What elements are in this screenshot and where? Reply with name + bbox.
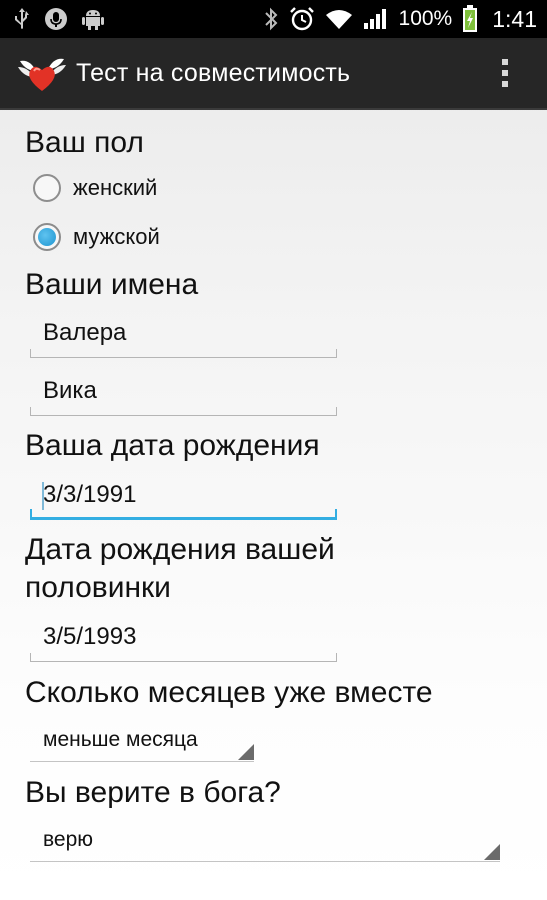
action-bar: Тест на совместимость — [0, 38, 547, 110]
partner-birth-date-field[interactable]: 3/5/1993 — [30, 616, 337, 662]
battery-charging-icon — [462, 5, 478, 33]
usb-icon — [14, 7, 30, 31]
radio-label-female: женский — [73, 175, 158, 200]
form-content[interactable]: Ваш пол женский мужской Ваши имена Валер… — [0, 112, 547, 900]
dropdown-arrow-icon — [238, 744, 254, 760]
microphone-icon — [44, 7, 68, 31]
bluetooth-icon — [263, 6, 279, 32]
text-cursor — [42, 482, 44, 510]
dropdown-arrow-icon — [484, 844, 500, 860]
status-bar-left — [14, 7, 104, 31]
radio-button[interactable] — [33, 174, 61, 202]
gender-label: Ваш пол — [25, 126, 144, 159]
birth-date-label: Ваша дата рождения — [25, 429, 320, 462]
radio-label-male: мужской — [73, 224, 160, 249]
believe-label: Вы верите в бога? — [25, 776, 281, 809]
birth-date-value: 3/3/1991 — [43, 481, 137, 508]
radio-female[interactable]: женский — [33, 174, 157, 202]
overflow-menu-icon[interactable] — [493, 51, 517, 95]
partner-birth-date-label-line1: Дата рождения вашей — [25, 533, 335, 566]
radio-button-checked[interactable] — [33, 223, 61, 251]
partner-birth-date-label-line2: половинки — [25, 571, 171, 604]
birth-date-field[interactable]: 3/3/1991 — [30, 474, 337, 520]
status-bar: 100% 1:41 — [0, 0, 547, 38]
months-together-value: меньше месяца — [43, 728, 198, 751]
battery-percent: 100% — [398, 7, 453, 30]
name1-field[interactable]: Валера — [30, 312, 337, 358]
months-together-label: Сколько месяцев уже вместе — [25, 676, 433, 709]
status-time: 1:41 — [492, 5, 537, 32]
believe-value: верю — [43, 828, 94, 851]
winged-heart-icon[interactable] — [16, 47, 68, 99]
wifi-icon — [325, 8, 353, 30]
status-bar-right: 100% 1:41 — [263, 5, 537, 33]
android-icon — [82, 7, 104, 31]
radio-male[interactable]: мужской — [33, 223, 160, 251]
believe-spinner[interactable]: верю — [30, 820, 500, 862]
signal-icon — [363, 8, 389, 30]
alarm-icon — [289, 6, 315, 32]
names-label: Ваши имена — [25, 268, 199, 301]
name2-field[interactable]: Вика — [30, 370, 337, 416]
months-together-spinner[interactable]: меньше месяца — [30, 720, 254, 762]
app-title: Тест на совместимость — [76, 58, 351, 87]
